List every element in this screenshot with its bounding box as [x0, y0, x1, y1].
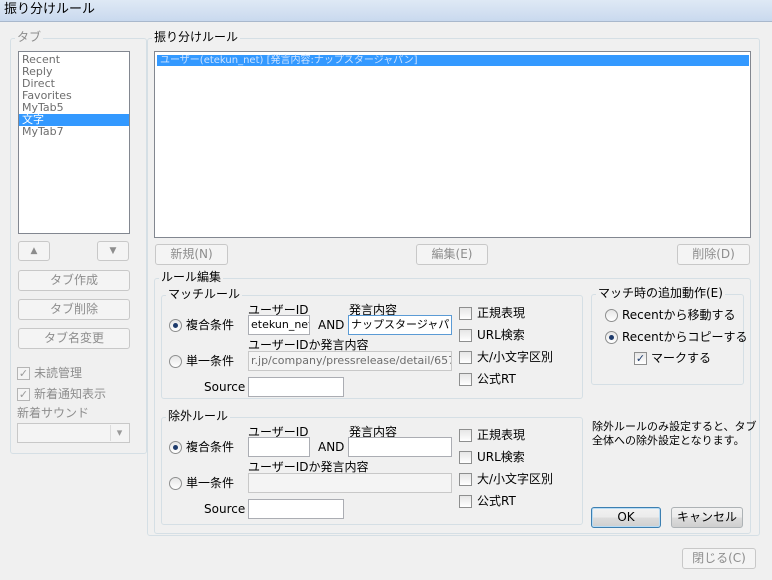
exclude-content-input[interactable] [348, 437, 452, 457]
radio-selected-dot [173, 323, 178, 328]
tab-group-label: タブ [15, 30, 44, 44]
match-single-input[interactable]: r.jp/company/pressrelease/detail/657 [248, 351, 452, 371]
exclude-and-label: AND [318, 440, 345, 454]
exclude-rule-label: 除外ルール [166, 409, 231, 423]
sound-label: 新着サウンド [17, 406, 90, 420]
rename-tab-button[interactable]: タブ名変更 [18, 328, 130, 349]
edit-rule-button[interactable]: 編集(E) [416, 244, 488, 265]
exclude-compound-label: 複合条件 [186, 440, 235, 454]
dialog-client-area: タブ Recent Reply Direct Favorites MyTab5 … [0, 22, 772, 580]
match-rule-label: マッチルール [166, 287, 243, 301]
delete-rule-button[interactable]: 削除(D) [677, 244, 750, 265]
move-tab-up-button[interactable]: ▲ [18, 241, 50, 261]
exclude-rt-checkbox[interactable] [459, 495, 472, 508]
rule-edit-group-label: ルール編集 [159, 270, 224, 284]
rules-group-label: 振り分けルール [152, 30, 241, 44]
up-arrow-icon: ▲ [30, 246, 38, 256]
exclude-note-line-1: 除外ルールのみ設定すると、タブ [592, 420, 757, 433]
check-icon: ✓ [635, 352, 646, 365]
create-tab-button[interactable]: タブ作成 [18, 270, 130, 291]
exclude-regex-label: 正規表現 [477, 428, 526, 442]
match-compound-radio[interactable] [169, 319, 182, 332]
match-source-label: Source [204, 380, 246, 394]
tab-list-item[interactable]: MyTab7 [19, 126, 129, 138]
match-case-checkbox[interactable] [459, 351, 472, 364]
exclude-source-label: Source [204, 502, 246, 516]
exclude-case-checkbox[interactable] [459, 473, 472, 486]
unread-label: 未読管理 [34, 366, 83, 380]
move-from-recent-radio[interactable] [605, 309, 618, 322]
move-from-recent-label: Recentから移動する [622, 308, 736, 322]
copy-from-recent-radio[interactable] [605, 331, 618, 344]
match-url-label: URL検索 [477, 328, 525, 342]
exclude-single-label: 単一条件 [186, 476, 235, 490]
match-case-label: 大/小文字区別 [477, 350, 554, 364]
match-url-checkbox[interactable] [459, 329, 472, 342]
match-single-radio[interactable] [169, 355, 182, 368]
exclude-regex-checkbox[interactable] [459, 429, 472, 442]
exclude-note-line-2: 全体への除外設定となります。 [592, 434, 745, 447]
exclude-single-header: ユーザーIDか発言内容 [248, 460, 369, 474]
match-rt-checkbox[interactable] [459, 373, 472, 386]
match-single-header: ユーザーIDか発言内容 [248, 338, 369, 352]
match-action-label: マッチ時の追加動作(E) [596, 286, 725, 300]
close-button[interactable]: 閉じる(C) [682, 548, 756, 569]
rule-list-item-selected[interactable]: ユーザー(etekun_net) [発言内容:ナップスタージャパン] [157, 55, 749, 66]
title-bar: 振り分けルール [0, 0, 772, 22]
match-rt-label: 公式RT [477, 372, 516, 386]
exclude-url-label: URL検索 [477, 450, 525, 464]
new-rule-button[interactable]: 新規(N) [155, 244, 228, 265]
mark-label: マークする [651, 351, 712, 365]
exclude-source-input[interactable] [248, 499, 344, 519]
dropdown-arrow-icon[interactable]: ▾ [110, 425, 128, 441]
exclude-compound-radio[interactable] [169, 441, 182, 454]
copy-from-recent-label: Recentからコピーする [622, 330, 748, 344]
window-title: 振り分けルール [4, 2, 96, 17]
exclude-user-id-input[interactable] [248, 437, 310, 457]
tab-list-items: Recent Reply Direct Favorites MyTab5 文字 … [19, 52, 129, 138]
exclude-case-label: 大/小文字区別 [477, 472, 554, 486]
match-and-label: AND [318, 318, 345, 332]
notify-label: 新着通知表示 [34, 387, 107, 401]
match-single-label: 単一条件 [186, 354, 235, 368]
check-icon: ✓ [18, 367, 29, 380]
match-regex-label: 正規表現 [477, 306, 526, 320]
check-icon: ✓ [18, 388, 29, 401]
match-regex-checkbox[interactable] [459, 307, 472, 320]
exclude-single-input[interactable] [248, 473, 452, 493]
match-compound-label: 複合条件 [186, 318, 235, 332]
exclude-rt-label: 公式RT [477, 494, 516, 508]
radio-selected-dot [609, 335, 614, 340]
radio-selected-dot [173, 445, 178, 450]
move-tab-down-button[interactable]: ▼ [97, 241, 129, 261]
notify-checkbox[interactable]: ✓ [17, 388, 30, 401]
unread-checkbox[interactable]: ✓ [17, 367, 30, 380]
down-arrow-icon: ▼ [109, 246, 117, 256]
delete-tab-button[interactable]: タブ削除 [18, 299, 130, 320]
match-user-id-input[interactable]: etekun_net [248, 315, 310, 335]
cancel-button[interactable]: キャンセル [671, 507, 743, 528]
rule-list[interactable]: ユーザー(etekun_net) [発言内容:ナップスタージャパン] [154, 51, 751, 238]
exclude-single-radio[interactable] [169, 477, 182, 490]
exclude-url-checkbox[interactable] [459, 451, 472, 464]
tab-list[interactable]: Recent Reply Direct Favorites MyTab5 文字 … [18, 51, 130, 234]
match-content-input[interactable]: ナップスタージャパン( [348, 315, 452, 335]
sound-combobox[interactable]: ▾ [17, 423, 130, 443]
match-source-input[interactable] [248, 377, 344, 397]
ok-button[interactable]: OK [591, 507, 661, 528]
mark-checkbox[interactable]: ✓ [634, 352, 647, 365]
